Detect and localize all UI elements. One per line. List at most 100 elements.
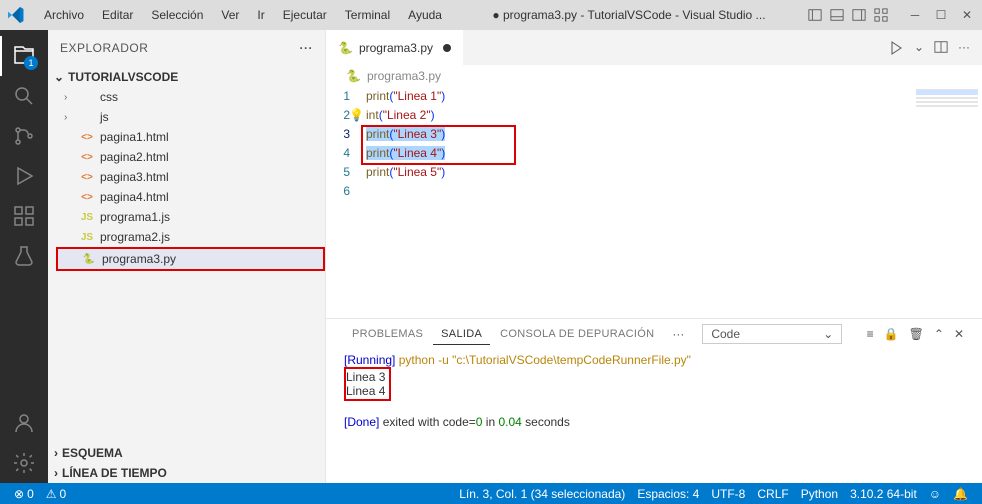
clear-output-icon[interactable]: 🗑 [909,327,924,341]
python-icon: 🐍 [82,252,96,266]
panel-tabs-more-icon[interactable]: ··· [664,327,692,341]
activity-settings[interactable] [0,443,48,483]
status-eol[interactable]: CRLF [751,487,794,501]
minimap[interactable] [912,87,982,318]
project-root[interactable]: ⌄ TUTORIALVSCODE [48,67,325,87]
activity-search[interactable] [0,76,48,116]
status-warnings[interactable]: ⚠0 [40,487,72,501]
menu-ver[interactable]: Ver [213,4,247,26]
code-content[interactable]: print("Linea 1") 💡int("Linea 2") print("… [366,87,912,318]
status-language[interactable]: Python [795,487,844,501]
output-channel-dropdown[interactable]: Code⌄ [702,324,842,344]
file-pagina4-html[interactable]: <>pagina4.html [56,187,325,207]
file-pagina3-html[interactable]: <>pagina3.html [56,167,325,187]
tab-programa3-py[interactable]: 🐍 programa3.py [326,30,463,65]
file-tree: ›css ›js <>pagina1.html <>pagina2.html <… [48,87,325,271]
panel-tab-problemas[interactable]: PROBLEMAS [344,324,431,344]
code-editor[interactable]: 123456 print("Linea 1") 💡int("Linea 2") … [326,87,982,318]
file-programa2-js[interactable]: JSprograma2.js [56,227,325,247]
file-pagina1-html[interactable]: <>pagina1.html [56,127,325,147]
panel-tab-consola[interactable]: CONSOLA DE DEPURACIÓN [492,324,662,344]
activity-testing[interactable] [0,236,48,276]
activity-run-debug[interactable] [0,156,48,196]
lightbulb-icon[interactable]: 💡 [349,106,363,125]
sidebar-header: EXPLORADOR ··· [48,30,325,65]
vscode-logo-icon [8,7,24,23]
filter-icon[interactable]: ≡ [867,327,874,341]
minimize-button[interactable]: ─ [908,8,922,22]
sidebar-title: EXPLORADOR [60,41,148,55]
sidebar-more-icon[interactable]: ··· [300,41,314,55]
toggle-panel-bottom-icon[interactable] [830,8,844,22]
annotation-output-box: Linea 3 Linea 4 [344,367,391,401]
menu-bar: Archivo Editar Selección Ver Ir Ejecutar… [36,4,450,26]
activity-extensions[interactable] [0,196,48,236]
section-timeline[interactable]: ›LÍNEA DE TIEMPO [48,463,325,483]
activity-explorer[interactable]: 1 [0,36,48,76]
chevron-right-icon: › [54,466,58,480]
bottom-panel: PROBLEMAS SALIDA CONSOLA DE DEPURACIÓN ·… [326,318,982,483]
close-button[interactable]: ✕ [960,8,974,22]
more-actions-icon[interactable]: ··· [958,40,970,56]
panel-chevron-up-icon[interactable]: ⌃ [934,327,944,341]
sidebar-explorer: EXPLORADOR ··· ⌄ TUTORIALVSCODE ›css ›js… [48,30,326,483]
warning-icon: ⚠ [46,487,57,501]
js-icon: JS [80,230,94,244]
window-title: ● programa3.py - TutorialVSCode - Visual… [450,8,808,22]
status-encoding[interactable]: UTF-8 [705,487,751,501]
activity-accounts[interactable] [0,403,48,443]
status-errors[interactable]: ⊗0 [8,487,40,501]
menu-archivo[interactable]: Archivo [36,4,92,26]
file-pagina2-html[interactable]: <>pagina2.html [56,147,325,167]
folder-icon [80,90,94,104]
file-programa1-js[interactable]: JSprograma1.js [56,207,325,227]
status-notifications-icon[interactable]: 🔔 [947,487,974,501]
panel-close-icon[interactable]: ✕ [954,327,964,341]
activity-source-control[interactable] [0,116,48,156]
chevron-down-icon: ⌄ [54,70,64,84]
explorer-badge: 1 [24,56,38,70]
error-icon: ⊗ [14,487,24,501]
menu-terminal[interactable]: Terminal [337,4,398,26]
split-editor-icon[interactable] [934,40,948,56]
tab-dirty-indicator [443,44,451,52]
menu-seleccion[interactable]: Selección [143,4,211,26]
menu-ejecutar[interactable]: Ejecutar [275,4,335,26]
editor-actions: ⌄ ··· [888,40,982,56]
output-content[interactable]: [Running] python -u "c:\TutorialVSCode\t… [326,349,982,483]
toggle-panel-left-icon[interactable] [808,8,822,22]
menu-ir[interactable]: Ir [249,4,272,26]
toggle-panel-right-icon[interactable] [852,8,866,22]
status-line-col[interactable]: Lín. 3, Col. 1 (34 seleccionada) [453,487,631,501]
html-icon: <> [80,130,94,144]
status-feedback-icon[interactable]: ☺ [923,487,947,501]
chevron-down-icon[interactable]: ⌄ [914,40,924,56]
title-bar: Archivo Editar Selección Ver Ir Ejecutar… [0,0,982,30]
folder-js[interactable]: ›js [56,107,325,127]
menu-editar[interactable]: Editar [94,4,141,26]
editor-tabs: 🐍 programa3.py ⌄ ··· [326,30,982,65]
python-icon: 🐍 [338,41,353,55]
menu-ayuda[interactable]: Ayuda [400,4,450,26]
status-spaces[interactable]: Espacios: 4 [631,487,705,501]
file-programa3-py[interactable]: 🐍programa3.py [56,247,325,271]
run-button[interactable] [888,40,904,56]
maximize-button[interactable]: ☐ [934,8,948,22]
section-esquema[interactable]: ›ESQUEMA [48,443,325,463]
main-area: 1 EXPLORADOR ··· ⌄ TUTORIALVSCODE ›css ›… [0,30,982,483]
lock-scroll-icon[interactable]: 🔒 [884,327,899,341]
status-bar: ⊗0 ⚠0 Lín. 3, Col. 1 (34 seleccionada) E… [0,483,982,504]
html-icon: <> [80,190,94,204]
sidebar-section-project: ⌄ TUTORIALVSCODE ›css ›js <>pagina1.html… [48,65,325,273]
panel-tabs: PROBLEMAS SALIDA CONSOLA DE DEPURACIÓN ·… [326,319,982,349]
chevron-right-icon: › [54,446,58,460]
chevron-down-icon: ⌄ [823,327,833,341]
panel-tab-salida[interactable]: SALIDA [433,324,490,345]
folder-css[interactable]: ›css [56,87,325,107]
html-icon: <> [80,170,94,184]
customize-layout-icon[interactable] [874,8,888,22]
status-python-version[interactable]: 3.10.2 64-bit [844,487,923,501]
panel-actions: ≡ 🔒 🗑 ⌃ ✕ [867,327,964,341]
breadcrumb[interactable]: 🐍 programa3.py [326,65,982,87]
html-icon: <> [80,150,94,164]
